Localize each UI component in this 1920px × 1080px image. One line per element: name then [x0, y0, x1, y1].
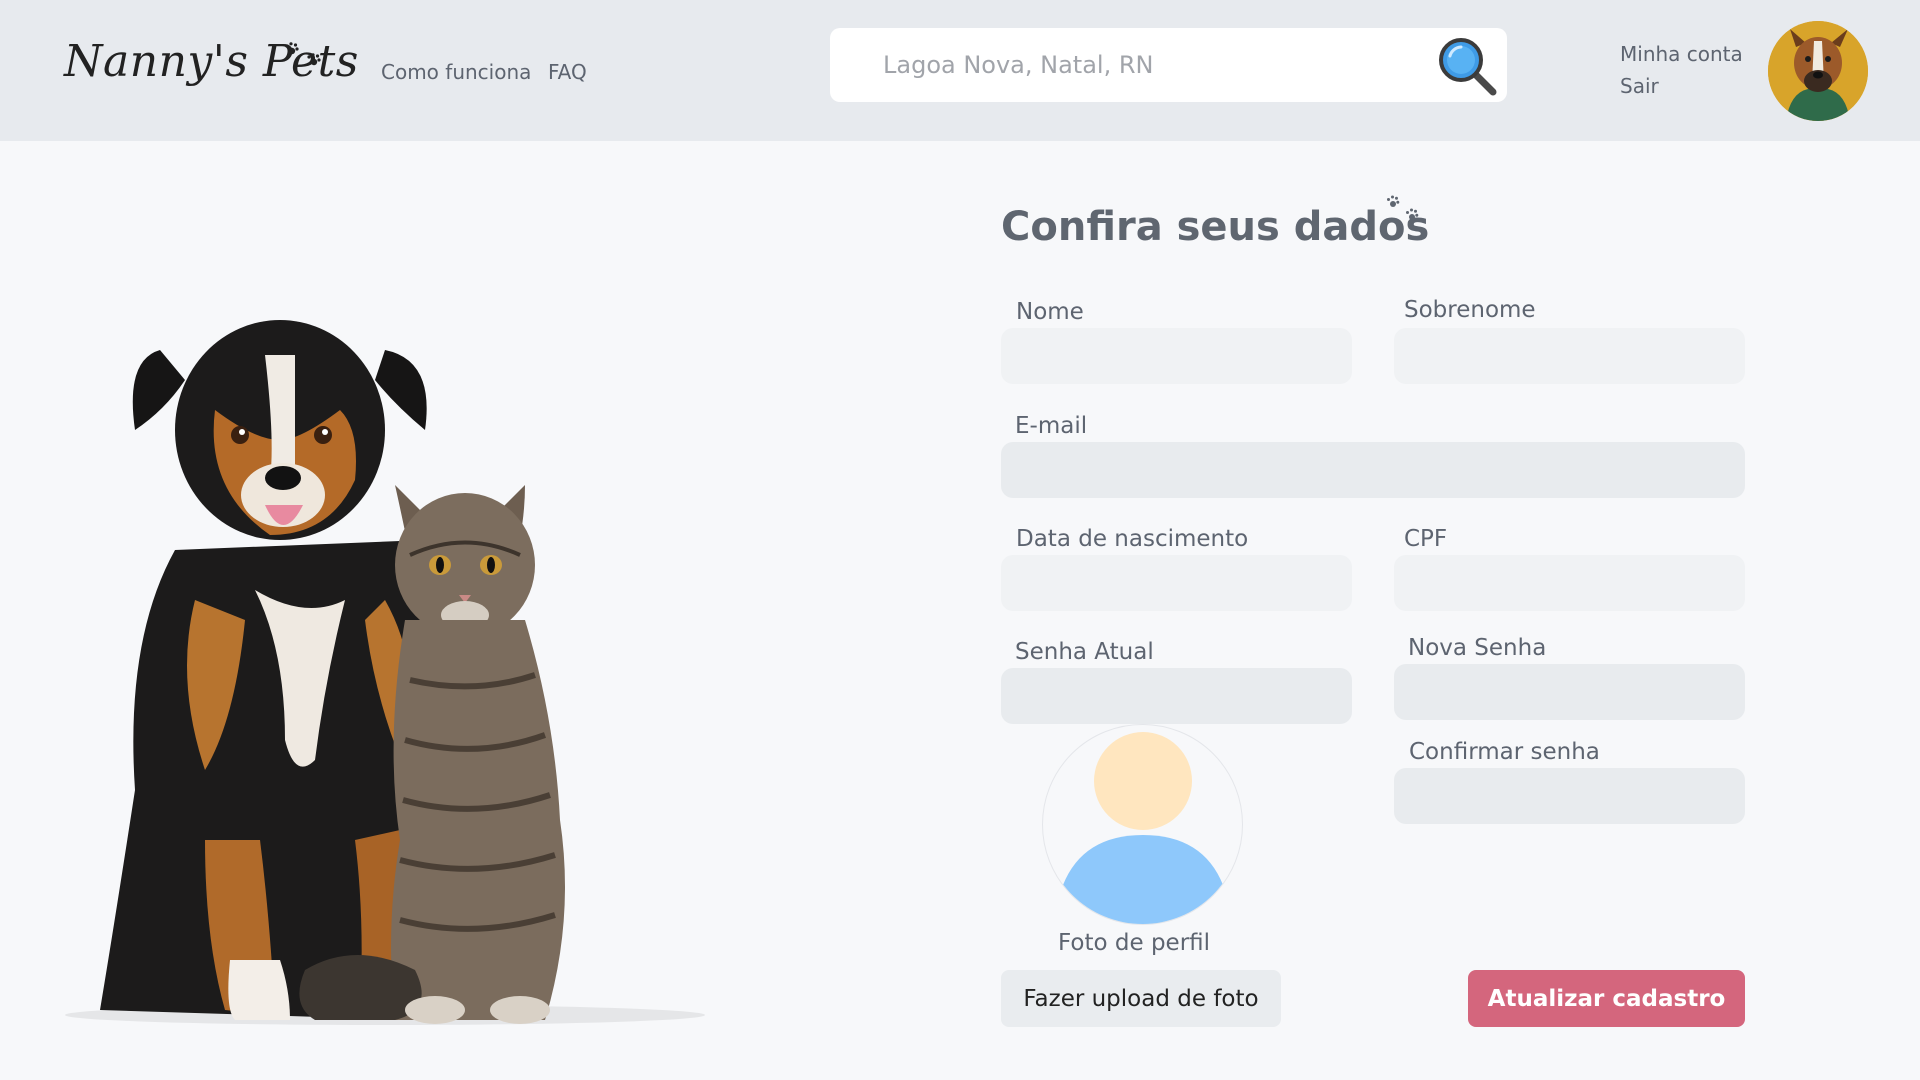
new-password-label: Nova Senha [1408, 635, 1547, 661]
nav-faq[interactable]: FAQ [548, 60, 587, 84]
update-profile-button[interactable]: Atualizar cadastro [1468, 970, 1745, 1027]
page-title: Confira seus dados [1001, 204, 1430, 250]
cpf-field[interactable] [1394, 555, 1745, 611]
new-password-field[interactable] [1394, 664, 1745, 720]
avatar[interactable] [1768, 21, 1868, 121]
profile-photo-placeholder [1042, 724, 1243, 925]
confirm-password-field[interactable] [1394, 768, 1745, 824]
dog-and-cat-illustration [65, 320, 705, 1025]
logout-link[interactable]: Sair [1620, 70, 1743, 102]
upload-photo-button[interactable]: Fazer upload de foto [1001, 970, 1281, 1027]
top-header: Nanny's Pets Como funciona FAQ Minha con… [0, 0, 1920, 141]
search-bar [830, 28, 1507, 102]
search-input[interactable] [830, 28, 1430, 102]
search-icon[interactable] [1435, 34, 1499, 96]
cpf-label: CPF [1404, 526, 1448, 552]
email-field[interactable] [1001, 442, 1745, 498]
confirm-password-label: Confirmar senha [1409, 739, 1600, 765]
account-menu: Minha conta Sair [1620, 38, 1743, 102]
nav-how-it-works[interactable]: Como funciona [381, 60, 531, 84]
email-label: E-mail [1015, 413, 1088, 439]
last-name-field[interactable] [1394, 328, 1745, 384]
current-password-label: Senha Atual [1015, 639, 1154, 665]
paw-prints-icon [285, 42, 321, 66]
profile-photo-label: Foto de perfil [1058, 930, 1211, 956]
paw-prints-icon [1387, 195, 1419, 220]
my-account-link[interactable]: Minha conta [1620, 38, 1743, 70]
last-name-label: Sobrenome [1404, 297, 1536, 323]
birth-date-label: Data de nascimento [1016, 526, 1249, 552]
first-name-label: Nome [1016, 299, 1084, 325]
first-name-field[interactable] [1001, 328, 1352, 384]
dog-avatar-image [1768, 21, 1868, 121]
current-password-field[interactable] [1001, 668, 1352, 724]
birth-date-field[interactable] [1001, 555, 1352, 611]
user-silhouette-icon [1063, 732, 1223, 924]
